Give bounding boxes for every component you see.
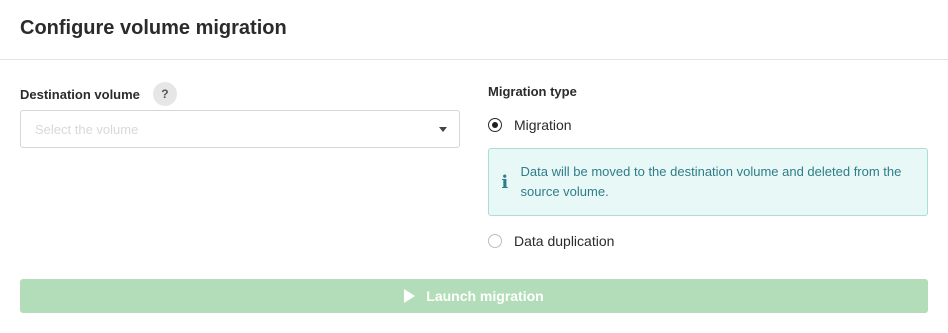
select-placeholder: Select the volume [35, 121, 139, 137]
radio-option-migration[interactable]: Migration [488, 117, 572, 133]
launch-migration-label: Launch migration [426, 288, 544, 304]
info-icon: i [501, 171, 509, 193]
radio-button-data-duplication[interactable] [488, 234, 502, 248]
destination-volume-select[interactable]: Select the volume [20, 110, 460, 148]
radio-label-migration: Migration [514, 117, 572, 133]
play-icon [404, 289, 416, 303]
launch-migration-button[interactable]: Launch migration [20, 279, 928, 313]
page-title: Configure volume migration [20, 17, 287, 39]
radio-button-migration[interactable] [488, 118, 502, 132]
modal-header: Configure volume migration [0, 0, 948, 60]
radio-label-data-duplication: Data duplication [514, 233, 615, 249]
destination-volume-label-row: Destination volume ? [20, 82, 177, 106]
destination-volume-label: Destination volume [20, 86, 140, 102]
chevron-down-icon [439, 126, 447, 132]
help-icon[interactable]: ? [152, 82, 177, 106]
info-callout: i Data will be moved to the destination … [488, 148, 928, 216]
migration-type-label: Migration type [488, 84, 577, 99]
radio-option-data-duplication[interactable]: Data duplication [488, 233, 614, 249]
info-text: Data will be moved to the destination vo… [520, 164, 902, 199]
